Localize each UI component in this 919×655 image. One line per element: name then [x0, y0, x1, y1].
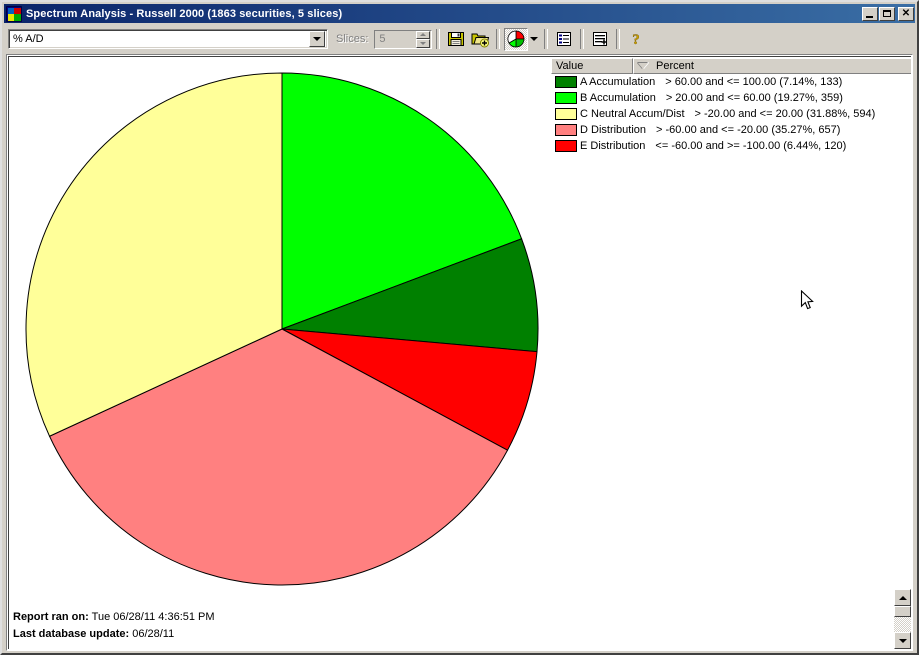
scroll-down-button[interactable] [894, 632, 911, 649]
legend-row[interactable]: B Accumulation > 20.00 and <= 60.00 (19.2… [551, 90, 911, 106]
window-title: Spectrum Analysis - Russell 2000 (1863 s… [26, 7, 343, 20]
title-bar[interactable]: Spectrum Analysis - Russell 2000 (1863 s… [4, 4, 915, 23]
toolbar-separator [496, 29, 501, 49]
legend-row[interactable]: D Distribution > -60.00 and <= -20.00 (35… [551, 122, 911, 138]
legend-color-swatch [555, 108, 577, 120]
legend-row-range: > -20.00 and <= 20.00 (31.88%, 594) [694, 108, 876, 120]
legend-row-label: A Accumulation [580, 76, 656, 88]
slices-increment-button[interactable] [416, 30, 431, 39]
legend-header-row: Value Percent [551, 58, 911, 74]
report-canvas: Value Percent A Accumulation > 60.00 and … [8, 56, 911, 649]
toolbar-separator [436, 29, 441, 49]
minimize-button[interactable] [862, 6, 878, 21]
legend-row-range: > 60.00 and <= 100.00 (7.14%, 133) [665, 76, 843, 88]
list-view-button[interactable] [552, 28, 576, 51]
legend-row-range: <= -60.00 and >= -100.00 (6.44%, 120) [655, 140, 847, 152]
slices-spin-buttons[interactable] [416, 30, 431, 48]
report-ran-on-value: Tue 06/28/11 4:36:51 PM [91, 611, 215, 623]
last-db-update-line: Last database update: 06/28/11 [13, 626, 215, 643]
legend-color-swatch [555, 124, 577, 136]
svg-text:?: ? [633, 32, 641, 48]
open-folder-plus-icon [471, 33, 490, 48]
pie-chart-view-button[interactable] [504, 27, 529, 51]
slices-stepper[interactable]: 5 [374, 29, 433, 49]
legend-row[interactable]: E Distribution <= -60.00 and >= -100.00 (… [551, 138, 911, 154]
report-ran-on-label: Report ran on: [13, 611, 89, 623]
last-db-update-label: Last database update: [13, 628, 130, 640]
toolbar-separator [580, 29, 585, 49]
pie-chart-app-icon[interactable] [6, 5, 22, 22]
toolbar-separator [544, 29, 549, 49]
legend-column-percent-label: Percent [656, 60, 694, 72]
list-report-icon [557, 32, 572, 46]
slices-label: Slices: [336, 33, 369, 45]
legend-column-percent[interactable]: Percent [633, 58, 911, 74]
pie-chart-icon [507, 30, 525, 48]
question-mark-icon: ? [632, 32, 641, 48]
application-window: Spectrum Analysis - Russell 2000 (1863 s… [0, 0, 919, 655]
chevron-down-icon[interactable] [309, 31, 325, 47]
toolbar: % A/D Slices: 5 ? [4, 25, 915, 53]
report-footer: Report ran on: Tue 06/28/11 4:36:51 PM L… [13, 609, 215, 643]
legend-panel: Value Percent A Accumulation > 60.00 and … [551, 58, 911, 155]
scrollbar-thumb[interactable] [894, 606, 911, 617]
scroll-up-button[interactable] [894, 589, 911, 606]
close-button[interactable]: ✕ [898, 6, 914, 21]
arrow-cursor [800, 290, 814, 310]
legend-row[interactable]: A Accumulation > 60.00 and <= 100.00 (7.1… [551, 74, 911, 90]
report-ran-on-line: Report ran on: Tue 06/28/11 4:36:51 PM [13, 609, 215, 626]
legend-row[interactable]: C Neutral Accum/Dist > -20.00 and <= 20.0… [551, 106, 911, 122]
last-db-update-value: 06/28/11 [132, 628, 175, 640]
pie-chart-svg[interactable] [9, 57, 554, 602]
legend-rows: A Accumulation > 60.00 and <= 100.00 (7.1… [551, 74, 911, 154]
legend-row-range: > 20.00 and <= 60.00 (19.27%, 359) [665, 92, 843, 104]
report-client-area: Value Percent A Accumulation > 60.00 and … [6, 54, 913, 651]
pie-chart-options-dropdown[interactable] [528, 28, 540, 51]
open-add-button[interactable] [468, 28, 492, 51]
legend-row-range: > -60.00 and <= -20.00 (35.27%, 657) [656, 124, 841, 136]
legend-row-label: C Neutral Accum/Dist [580, 108, 685, 120]
maximize-button[interactable] [879, 6, 895, 21]
field-select-value: % A/D [13, 33, 44, 45]
legend-row-label: B Accumulation [580, 92, 656, 104]
new-report-button[interactable] [588, 28, 612, 51]
legend-row-label: D Distribution [580, 124, 647, 136]
field-select[interactable]: % A/D [8, 29, 328, 49]
sort-descending-icon [638, 63, 648, 69]
pie-chart[interactable] [9, 57, 554, 602]
vertical-scrollbar[interactable] [894, 589, 911, 649]
legend-color-swatch [555, 140, 577, 152]
legend-color-swatch [555, 92, 577, 104]
legend-color-swatch [555, 76, 577, 88]
slices-decrement-button[interactable] [416, 39, 431, 48]
floppy-disk-icon [448, 32, 465, 46]
help-button[interactable]: ? [624, 28, 648, 51]
close-icon: ✕ [901, 7, 911, 19]
save-button[interactable] [444, 28, 468, 51]
legend-row-label: E Distribution [580, 140, 646, 152]
legend-column-value[interactable]: Value [551, 58, 633, 74]
report-plus-icon [593, 32, 608, 46]
slices-value: 5 [379, 33, 386, 45]
toolbar-separator [616, 29, 621, 49]
